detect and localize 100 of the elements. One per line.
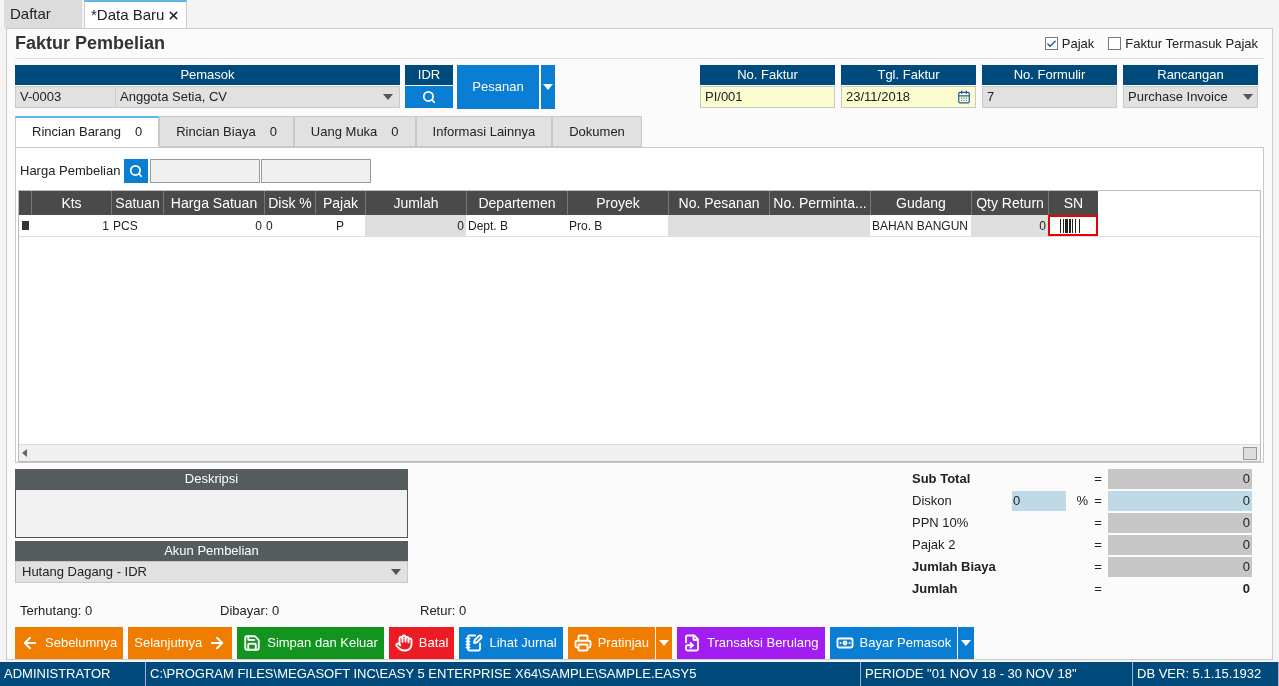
table-cell: 0	[365, 215, 466, 236]
equals-sign: =	[1093, 514, 1103, 533]
tab[interactable]: Rincian Biaya 0	[159, 116, 294, 147]
page-title: Faktur Pembelian	[15, 32, 166, 55]
tab[interactable]: Rincian Barang 0	[15, 116, 160, 147]
scroll-thumb[interactable]	[1243, 446, 1257, 460]
date-field[interactable]: 23/11/2018	[841, 86, 976, 108]
search-button[interactable]	[405, 86, 453, 108]
column-header[interactable]: Qty Return	[971, 191, 1048, 215]
column-header[interactable]: Jumlah	[365, 191, 466, 215]
total-value: 0	[1108, 557, 1252, 577]
account-value: Hutang Dagang - IDR	[22, 563, 147, 582]
field-header: Rancangan	[1123, 65, 1258, 85]
column-header[interactable]: SN	[1048, 191, 1098, 215]
order-button[interactable]: Pesanan	[457, 65, 539, 109]
section-header: Deskripsi	[15, 469, 408, 489]
tab[interactable]: Informasi Lainnya	[415, 116, 553, 147]
calendar-icon[interactable]	[957, 90, 971, 104]
save-icon	[243, 634, 262, 652]
column-header[interactable]: Harga Satuan	[163, 191, 264, 215]
percent-sign: %	[1076, 493, 1088, 509]
dropdown-caret-icon	[391, 569, 401, 575]
tab-count: 0	[269, 122, 277, 141]
scroll-left-icon[interactable]	[22, 449, 27, 457]
checkbox[interactable]	[1044, 37, 1058, 50]
field-header: No. Formulir	[982, 65, 1117, 85]
summary-text: Retur: 0	[420, 602, 468, 621]
table-cell: 0	[971, 215, 1048, 236]
document-tab[interactable]: Daftar	[4, 0, 82, 28]
field-value: 23/11/2018	[846, 88, 911, 107]
column-header[interactable]: Satuan	[111, 191, 163, 215]
action-button[interactable]: Batal	[388, 627, 455, 659]
supplier-code: V-0003	[16, 87, 116, 107]
scrollbar[interactable]	[19, 444, 1260, 461]
equals-sign: =	[1093, 470, 1103, 489]
document-arrow-icon	[683, 634, 701, 652]
action-button[interactable]: Transaksi Berulang	[677, 627, 825, 659]
column-header[interactable]: Gudang	[870, 191, 971, 215]
account-dropdown[interactable]: Hutang Dagang - IDR	[15, 561, 408, 583]
field-header: Tgl. Faktur	[841, 65, 976, 85]
summary-text: Dibayar: 0	[220, 602, 281, 621]
column-header[interactable]: Departemen	[466, 191, 567, 215]
total-value: 0	[1108, 535, 1252, 555]
dropdown-caret-icon	[383, 94, 393, 100]
dropdown-caret-icon	[659, 640, 669, 646]
action-button[interactable]: Bayar Pemasok	[829, 627, 958, 659]
text-field[interactable]: PI/001	[700, 86, 835, 108]
action-button[interactable]: Simpan dan Keluar	[237, 627, 384, 659]
column-header[interactable]: No. Pesanan	[668, 191, 769, 215]
text-field[interactable]: 7	[982, 86, 1117, 108]
checkbox[interactable]	[1108, 37, 1122, 50]
summary-text: Terhutang: 0	[20, 602, 94, 621]
description-field[interactable]	[15, 489, 408, 538]
discount-percent-field[interactable]: 0	[1012, 491, 1066, 511]
printer-icon	[573, 634, 592, 652]
currency-label: IDR	[405, 65, 453, 85]
total-label: Diskon	[912, 492, 953, 511]
notebook-icon	[465, 634, 484, 652]
template-dropdown[interactable]: Purchase Invoice	[1123, 86, 1258, 108]
input-field[interactable]	[150, 159, 261, 183]
row-marker-header	[19, 191, 31, 215]
field-value: Purchase Invoice	[1128, 88, 1228, 107]
field-header: Pemasok	[15, 65, 400, 85]
field-value: PI/001	[705, 88, 743, 107]
supplier-name: Anggota Setia, CV	[119, 88, 228, 107]
status-text: C:\PROGRAM FILES\MEGASOFT INC\EASY 5 ENTERPRISE X64\SAMPLE\SAMPLE.EASY5	[146, 662, 861, 686]
dropdown-caret-icon	[543, 84, 553, 90]
input-field[interactable]	[261, 159, 372, 183]
stop-hand-icon	[394, 634, 413, 652]
search-button[interactable]	[124, 159, 149, 183]
action-button[interactable]: Lihat Jurnal	[459, 627, 563, 659]
column-header[interactable]: No. Perminta...	[769, 191, 870, 215]
dropdown-button[interactable]	[958, 627, 975, 659]
supplier-dropdown[interactable]: V-0003 Anggota Setia, CV	[15, 86, 400, 108]
tab[interactable]: Dokumen	[552, 116, 642, 147]
column-header[interactable]: Disk %	[264, 191, 315, 215]
section-header: Akun Pembelian	[15, 541, 408, 561]
total-value: 0	[1108, 469, 1252, 489]
total-label: Jumlah	[912, 580, 959, 599]
column-header[interactable]: Kts	[31, 191, 111, 215]
column-header[interactable]: Proyek	[567, 191, 668, 215]
search-icon	[422, 90, 436, 104]
total-value: 0	[1108, 513, 1252, 533]
tab-count: 0	[134, 123, 143, 142]
tab[interactable]: Uang Muka 0	[293, 116, 416, 147]
dropdown-button[interactable]	[656, 627, 672, 659]
price-lookup-label: Harga Pembelian	[20, 162, 121, 181]
column-header[interactable]: Pajak	[315, 191, 365, 215]
document-tab[interactable]: *Data Baru	[84, 0, 188, 28]
equals-sign: =	[1093, 536, 1103, 555]
total-value: 0	[1108, 491, 1252, 511]
equals-sign: =	[1093, 558, 1103, 577]
dropdown-caret-icon	[961, 640, 972, 646]
equals-sign: =	[1093, 580, 1103, 599]
dropdown-button[interactable]	[541, 65, 555, 109]
checkbox-label: Faktur Termasuk Pajak	[1125, 34, 1258, 53]
search-icon	[129, 164, 144, 178]
equals-sign: =	[1093, 492, 1103, 511]
field-header: No. Faktur	[700, 65, 835, 85]
tab-count: 0	[391, 122, 399, 141]
